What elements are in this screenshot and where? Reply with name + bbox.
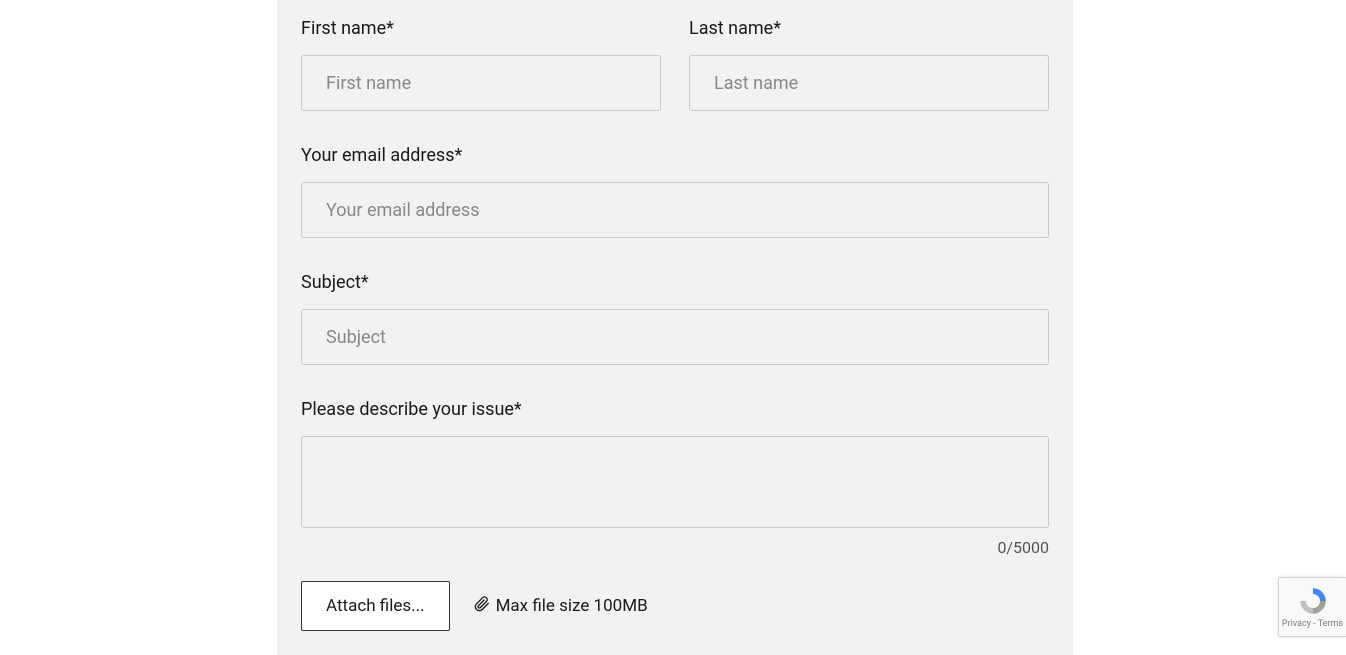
first-name-input[interactable]: [301, 55, 661, 111]
email-label: Your email address*: [301, 127, 1049, 166]
recaptcha-privacy-link[interactable]: Privacy: [1282, 619, 1311, 629]
last-name-input[interactable]: [689, 55, 1049, 111]
email-input[interactable]: [301, 182, 1049, 238]
recaptcha-links: Privacy - Terms: [1282, 619, 1343, 629]
recaptcha-icon: [1297, 585, 1329, 617]
description-label: Please describe your issue*: [301, 381, 1049, 420]
recaptcha-terms-link[interactable]: Terms: [1318, 619, 1343, 629]
recaptcha-badge[interactable]: Privacy - Terms: [1278, 577, 1346, 637]
paperclip-icon: [474, 596, 490, 617]
max-file-size-label: Max file size 100MB: [496, 596, 648, 616]
attach-files-button[interactable]: Attach files...: [301, 581, 450, 631]
last-name-label: Last name*: [689, 0, 1049, 39]
max-file-size-text: Max file size 100MB: [474, 596, 648, 617]
first-name-label: First name*: [301, 0, 661, 39]
subject-label: Subject*: [301, 254, 1049, 293]
contact-form: First name* Last name* Your email addres…: [277, 0, 1073, 655]
subject-input[interactable]: [301, 309, 1049, 365]
char-counter: 0/5000: [301, 538, 1049, 557]
description-textarea[interactable]: [301, 436, 1049, 528]
